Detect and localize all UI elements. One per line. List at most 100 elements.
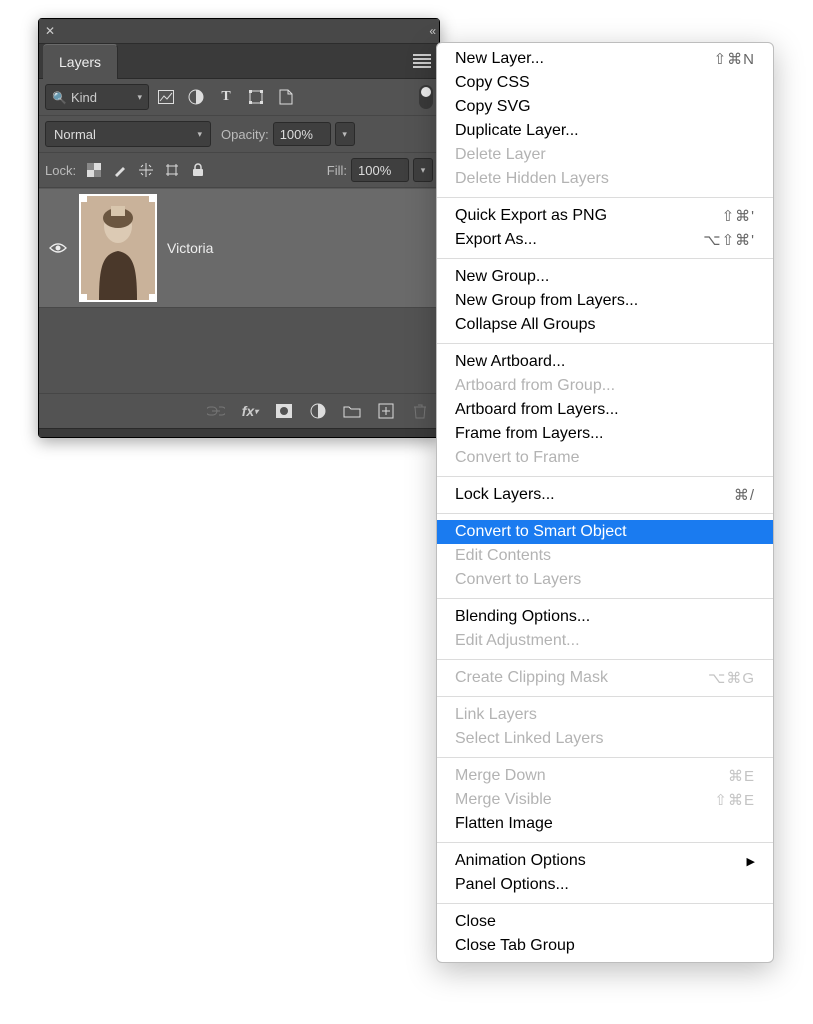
menu-separator: [437, 197, 773, 198]
blend-mode-dropdown[interactable]: Normal ▾: [45, 121, 211, 147]
layer-row[interactable]: Victoria: [39, 188, 439, 308]
filter-pixel-icon[interactable]: [157, 88, 175, 106]
menu-item-label: Blending Options...: [455, 608, 590, 626]
layers-panel: ✕ « Layers 🔍 Kind ▾ T: [38, 18, 440, 438]
panel-resize-footer[interactable]: [39, 428, 439, 437]
layer-mask-icon[interactable]: [275, 402, 293, 420]
menu-item-animation-options[interactable]: Animation Options▶: [437, 849, 773, 873]
menu-item-flatten-image[interactable]: Flatten Image: [437, 812, 773, 836]
menu-item-label: Artboard from Layers...: [455, 401, 619, 419]
filter-kind-dropdown[interactable]: 🔍Kind ▾: [45, 84, 149, 110]
menu-item-label: Collapse All Groups: [455, 316, 596, 334]
lock-pixels-icon[interactable]: [112, 162, 128, 178]
blend-mode-value: Normal: [54, 127, 96, 142]
menu-separator: [437, 696, 773, 697]
adjustment-layer-icon[interactable]: [309, 402, 327, 420]
menu-item-copy-css[interactable]: Copy CSS: [437, 71, 773, 95]
menu-item-quick-export-as-png[interactable]: Quick Export as PNG⇧⌘': [437, 204, 773, 228]
search-icon: 🔍: [52, 91, 67, 105]
menu-item-label: Frame from Layers...: [455, 425, 603, 443]
menu-item-shortcut: ⌥⇧⌘': [703, 231, 755, 249]
group-layers-icon[interactable]: [343, 402, 361, 420]
menu-item-label: Animation Options: [455, 852, 586, 870]
menu-item-export-as[interactable]: Export As... ⌥⇧⌘': [437, 228, 773, 252]
menu-item-lock-layers[interactable]: Lock Layers...⌘/: [437, 483, 773, 507]
menu-item-label: Lock Layers...: [455, 486, 555, 504]
menu-item-create-clipping-mask: Create Clipping Mask⌥⌘G: [437, 666, 773, 690]
panel-menu-icon[interactable]: [413, 54, 431, 68]
lock-transparency-icon[interactable]: [86, 162, 102, 178]
menu-item-label: Select Linked Layers: [455, 730, 604, 748]
menu-separator: [437, 258, 773, 259]
menu-item-panel-options[interactable]: Panel Options...: [437, 873, 773, 897]
panel-bottom-bar: fx▾: [39, 393, 439, 428]
menu-item-new-group-from-layers[interactable]: New Group from Layers...: [437, 289, 773, 313]
menu-item-artboard-from-layers[interactable]: Artboard from Layers...: [437, 398, 773, 422]
menu-item-label: New Layer...: [455, 50, 544, 68]
menu-item-merge-visible: Merge Visible⇧⌘E: [437, 788, 773, 812]
menu-item-convert-to-frame: Convert to Frame: [437, 446, 773, 470]
menu-item-close[interactable]: Close: [437, 910, 773, 934]
opacity-input[interactable]: 100%: [273, 122, 331, 146]
menu-item-link-layers: Link Layers: [437, 703, 773, 727]
lock-label: Lock:: [45, 163, 76, 178]
menu-item-label: New Artboard...: [455, 353, 565, 371]
menu-item-duplicate-layer[interactable]: Duplicate Layer...: [437, 119, 773, 143]
opacity-dropdown[interactable]: ▾: [335, 122, 355, 146]
menu-item-shortcut: ⇧⌘N: [714, 50, 755, 68]
filter-kind-label: Kind: [71, 90, 97, 105]
menu-item-label: Delete Hidden Layers: [455, 170, 609, 188]
filter-shape-icon[interactable]: [247, 88, 265, 106]
filter-smart-icon[interactable]: [277, 88, 295, 106]
filter-toggle[interactable]: [419, 85, 433, 109]
lock-artboard-icon[interactable]: [164, 162, 180, 178]
menu-item-label: Duplicate Layer...: [455, 122, 579, 140]
menu-separator: [437, 659, 773, 660]
visibility-icon[interactable]: [47, 242, 69, 254]
new-layer-icon[interactable]: [377, 402, 395, 420]
menu-item-new-layer[interactable]: New Layer... ⇧⌘N: [437, 47, 773, 71]
menu-item-label: Quick Export as PNG: [455, 207, 607, 225]
close-icon[interactable]: ✕: [45, 24, 55, 38]
menu-item-new-artboard[interactable]: New Artboard...: [437, 350, 773, 374]
menu-item-collapse-all-groups[interactable]: Collapse All Groups: [437, 313, 773, 337]
menu-separator: [437, 476, 773, 477]
fill-input[interactable]: 100%: [351, 158, 409, 182]
menu-item-delete-hidden-layers: Delete Hidden Layers: [437, 167, 773, 191]
menu-item-copy-svg[interactable]: Copy SVG: [437, 95, 773, 119]
fill-dropdown[interactable]: ▾: [413, 158, 433, 182]
collapse-icon[interactable]: «: [429, 24, 433, 38]
menu-item-label: Convert to Frame: [455, 449, 579, 467]
filter-type-icon[interactable]: T: [217, 88, 235, 106]
menu-item-shortcut: ⇧⌘E: [714, 791, 755, 809]
menu-item-convert-to-smart-object[interactable]: Convert to Smart Object: [437, 520, 773, 544]
menu-item-label: New Group from Layers...: [455, 292, 638, 310]
layer-thumbnail: [79, 194, 157, 302]
filter-icons: T: [157, 88, 295, 106]
menu-item-edit-adjustment: Edit Adjustment...: [437, 629, 773, 653]
lock-position-icon[interactable]: [138, 162, 154, 178]
menu-item-label: Link Layers: [455, 706, 537, 724]
menu-item-label: Close: [455, 913, 496, 931]
layer-name[interactable]: Victoria: [167, 240, 213, 256]
menu-item-shortcut: ⌘E: [728, 767, 755, 785]
opacity-value: 100%: [280, 127, 313, 142]
menu-item-new-group[interactable]: New Group...: [437, 265, 773, 289]
panel-tabrow: Layers: [39, 44, 439, 79]
filter-adjust-icon[interactable]: [187, 88, 205, 106]
menu-item-label: Convert to Layers: [455, 571, 581, 589]
menu-item-label: Export As...: [455, 231, 537, 249]
opacity-group: Opacity: 100% ▾: [221, 122, 355, 146]
menu-item-frame-from-layers[interactable]: Frame from Layers...: [437, 422, 773, 446]
layer-fx-icon[interactable]: fx▾: [241, 402, 259, 420]
blend-toolbar: Normal ▾ Opacity: 100% ▾: [39, 116, 439, 153]
menu-item-label: Close Tab Group: [455, 937, 575, 955]
menu-item-label: Edit Adjustment...: [455, 632, 580, 650]
fill-label: Fill:: [327, 163, 347, 178]
menu-item-label: Create Clipping Mask: [455, 669, 608, 687]
menu-item-blending-options[interactable]: Blending Options...: [437, 605, 773, 629]
menu-item-close-tab-group[interactable]: Close Tab Group: [437, 934, 773, 958]
lock-all-icon[interactable]: [190, 162, 206, 178]
menu-separator: [437, 343, 773, 344]
tab-layers[interactable]: Layers: [43, 44, 118, 79]
